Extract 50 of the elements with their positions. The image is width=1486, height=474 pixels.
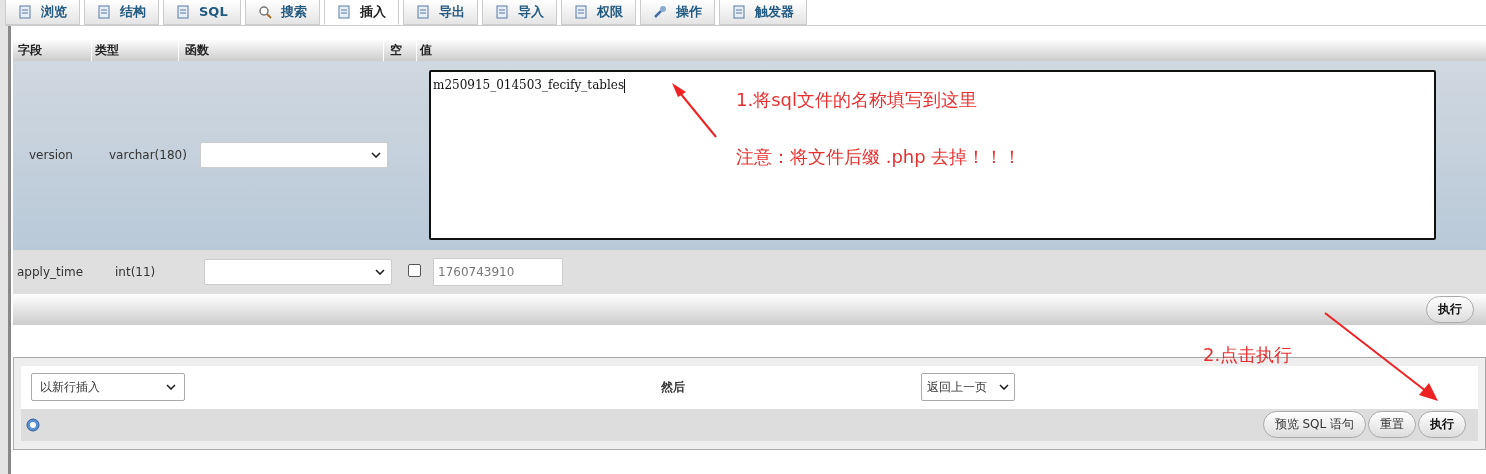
caret-icon: [999, 384, 1009, 391]
caret-icon: [371, 152, 381, 159]
document-icon: [573, 4, 588, 19]
document-icon: [336, 4, 351, 19]
insert-mode-select[interactable]: 以新行插入: [31, 373, 185, 402]
function-select[interactable]: [200, 142, 388, 169]
annotation-text: 注意：将文件后缀 .php 去掉！！！: [736, 145, 1022, 169]
tab[interactable]: 浏览: [5, 0, 80, 25]
tab[interactable]: 导出: [402, 0, 478, 25]
field-type: varchar(180): [108, 148, 188, 163]
field-name: apply_time: [16, 264, 85, 279]
column-header: 空: [384, 38, 417, 61]
caret-icon: [166, 384, 176, 391]
tab[interactable]: 导入: [481, 0, 557, 25]
annotation-text: 2.点击执行: [1203, 343, 1293, 367]
help-icon[interactable]: [26, 418, 40, 432]
column-header: 字段: [13, 38, 92, 61]
tab[interactable]: 插入: [323, 0, 399, 25]
tab[interactable]: 操作: [639, 0, 715, 25]
caret-icon: [375, 268, 385, 275]
column-header: 函数: [179, 38, 384, 61]
annotation-arrow: [670, 82, 720, 140]
value-input[interactable]: 1760743910: [433, 257, 563, 286]
execute-button[interactable]: 执行: [1426, 296, 1474, 324]
column-header: 类型: [92, 38, 179, 61]
document-icon: [415, 4, 430, 19]
after-select[interactable]: 返回上一页: [921, 373, 1015, 402]
tab[interactable]: 权限: [560, 0, 636, 25]
document-icon: [494, 4, 509, 19]
field-type: int(11): [114, 264, 157, 279]
tab[interactable]: 搜索: [244, 0, 320, 25]
document-icon: [731, 4, 746, 19]
form-button[interactable]: 重置: [1368, 411, 1416, 439]
wrench-icon: [652, 4, 667, 19]
document-icon: [18, 4, 32, 19]
document-icon: [176, 4, 190, 19]
tab[interactable]: SQL: [163, 0, 241, 25]
tab[interactable]: 结构: [84, 0, 159, 25]
null-checkbox[interactable]: [408, 263, 421, 277]
then-label: 然后: [661, 379, 686, 396]
annotation-text: 1.将sql文件的名称填写到这里: [736, 88, 977, 112]
function-select[interactable]: [204, 258, 392, 285]
search-icon: [257, 4, 272, 19]
column-header: 值: [418, 41, 433, 59]
document-icon: [97, 4, 111, 19]
scrollbar[interactable]: [0, 0, 11, 474]
tab[interactable]: 触发器: [718, 0, 807, 25]
field-name: version: [28, 148, 74, 163]
form-button[interactable]: 预览 SQL 语句: [1262, 411, 1366, 439]
form-button[interactable]: 执行: [1418, 411, 1466, 439]
